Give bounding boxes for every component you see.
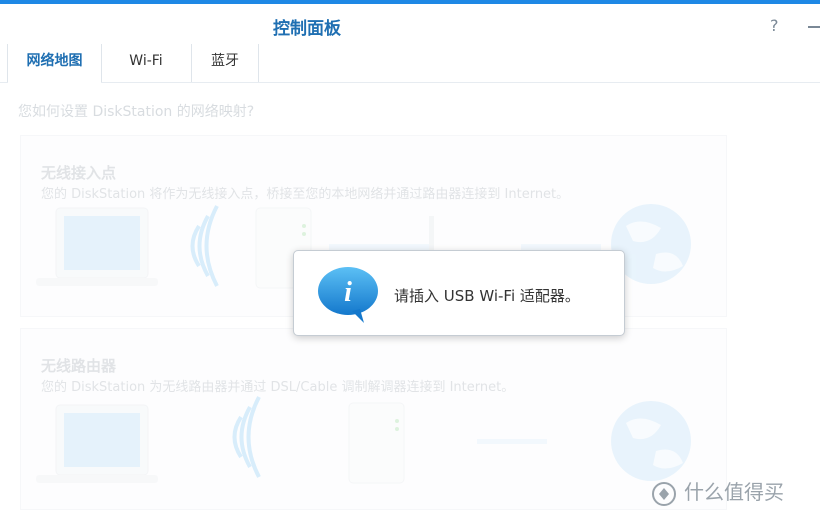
window-title: 控制面板 — [273, 19, 341, 39]
dialog-message: 请插入 USB Wi-Fi 适配器。 — [394, 287, 580, 305]
value-logo — [652, 481, 676, 506]
window-titlebar[interactable]: 控制面板 ? — [0, 4, 820, 44]
help-icon[interactable]: ? — [770, 16, 779, 35]
watermark: 什么值得买 — [650, 476, 784, 507]
minimize-icon[interactable] — [808, 26, 820, 28]
info-dialog[interactable]: i 请插入 USB Wi-Fi 适配器。 — [293, 250, 625, 336]
tab-bar: 网络地图 Wi-Fi 蓝牙 — [0, 44, 820, 83]
svg-text:i: i — [344, 277, 352, 308]
watermark-text: 什么值得买 — [684, 480, 784, 504]
info-icon: i — [318, 267, 378, 323]
tab-wifi[interactable]: Wi-Fi — [101, 44, 192, 82]
tab-bluetooth[interactable]: 蓝牙 — [192, 44, 259, 82]
tab-network-map[interactable]: 网络地图 — [7, 44, 102, 83]
